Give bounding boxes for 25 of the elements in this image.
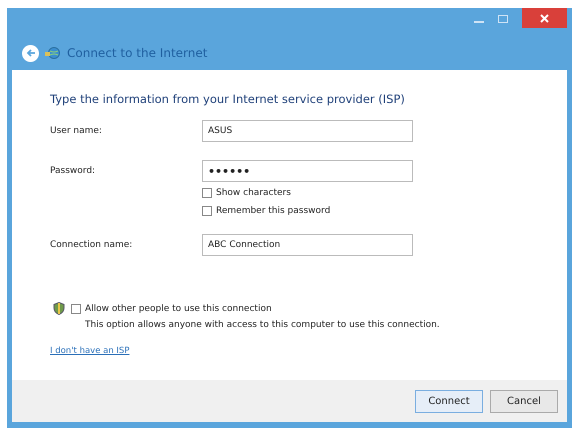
field-label: Password: [50,166,96,176]
checkbox-label[interactable]: Show characters [216,188,291,198]
cancel-button[interactable]: Cancel [490,390,558,412]
input-field[interactable]: •••••• [202,160,413,182]
back-button[interactable] [22,44,39,62]
input-field[interactable]: ASUS [202,120,413,142]
option-description: This option allows anyone with access to this computer to use this connection. [85,320,441,330]
checkbox[interactable] [202,206,212,216]
checkbox-label[interactable]: Remember this password [216,206,330,216]
shield-icon [53,302,65,315]
no-isp-link[interactable]: I don't have an ISP [50,346,130,356]
checkbox[interactable] [202,188,212,198]
back-arrow-icon[interactable] [26,48,36,58]
connect-button[interactable]: Connect [415,390,483,412]
checkbox-label[interactable]: Allow other people to use this connection [85,304,272,314]
network-globe-icon [45,46,61,60]
field-label: User name: [50,126,103,136]
window-title: Connect to the Internet [67,46,208,60]
field-label: Connection name: [50,240,134,250]
close-button[interactable] [522,8,567,28]
input-field[interactable]: ABC Connection [202,234,413,256]
dialog-heading: Type the information from your Internet service provider (ISP) [50,92,406,106]
close-icon[interactable] [540,14,549,22]
maximize-icon[interactable] [498,15,508,23]
checkbox[interactable] [71,304,81,314]
